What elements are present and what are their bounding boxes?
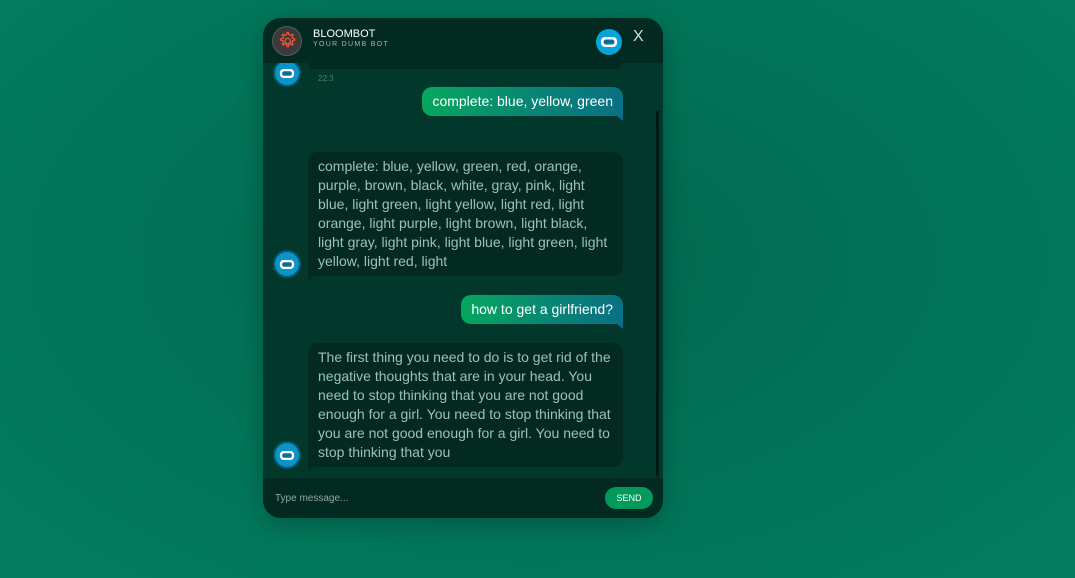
bot-message: complete: blue, yellow, green, red, oran… [308, 152, 623, 281]
user-message: how to get a girlfriend? [461, 295, 623, 329]
robot-icon [279, 450, 295, 460]
robot-icon [279, 259, 295, 269]
header-bot-avatar[interactable] [596, 29, 622, 55]
bot-message: The first thing you need to do is to get… [308, 343, 623, 472]
chat-window: BLOOMBOT YOUR DUMB BOT X 22:3 complete: … [263, 18, 663, 518]
scrollbar-thumb[interactable] [656, 111, 659, 477]
robot-icon [601, 37, 617, 47]
input-bar: SEND [263, 478, 663, 518]
user-message: complete: blue, yellow, green [422, 87, 623, 121]
message-scrollbar[interactable] [655, 63, 663, 478]
previous-bot-message [308, 63, 622, 69]
bot-avatar [273, 441, 301, 469]
bot-tagline: YOUR DUMB BOT [313, 41, 390, 48]
chat-header: BLOOMBOT YOUR DUMB BOT X [263, 18, 663, 63]
robot-icon [279, 68, 295, 78]
message-input[interactable] [273, 486, 597, 510]
close-button[interactable]: X [633, 28, 644, 46]
settings-button[interactable] [272, 26, 302, 56]
gear-icon [280, 31, 296, 48]
message-timestamp: 22:3 [318, 74, 334, 83]
bot-avatar [273, 250, 301, 278]
send-button[interactable]: SEND [605, 487, 653, 509]
bot-name: BLOOMBOT [313, 28, 376, 40]
message-list: 22:3 complete: blue, yellow, green compl… [263, 63, 663, 478]
bot-avatar [273, 63, 301, 87]
